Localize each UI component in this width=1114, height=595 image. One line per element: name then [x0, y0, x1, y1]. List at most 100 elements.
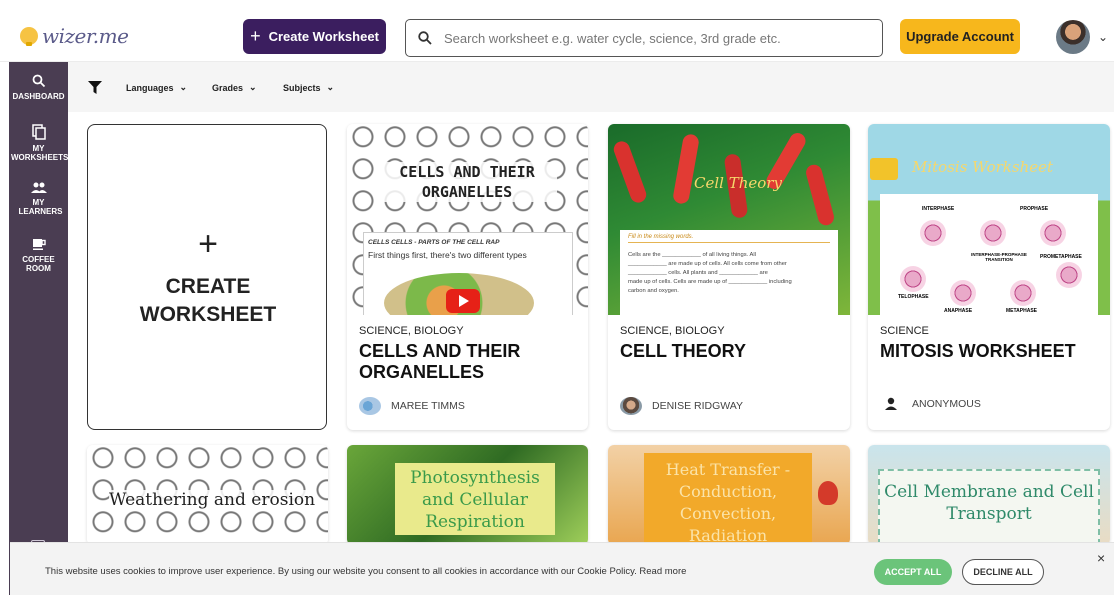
filter-label: Languages	[126, 82, 174, 93]
worksheet-card[interactable]: Photosynthesis and Cellular Respiration	[347, 445, 588, 545]
worksheet-thumbnail: Mitosis Worksheet INTERPHASE PROPHASE IN…	[868, 124, 1110, 315]
sidebar-item-dashboard[interactable]: DASHBOARD	[9, 74, 68, 101]
cell-diagram	[1010, 280, 1036, 306]
worksheet-thumbnail: Cell Theory Fill in the missing words. C…	[608, 124, 850, 315]
worksheet-title[interactable]: CELLS AND THEIR ORGANELLES	[359, 341, 584, 383]
phase-label: ANAPHASE	[944, 308, 973, 314]
create-worksheet-label: Create Worksheet	[268, 29, 379, 44]
coffee-icon	[32, 239, 46, 250]
thumb-title: Heat Transfer - Conduction, Convection, …	[644, 453, 812, 545]
thumb-title: Cell Theory	[694, 174, 782, 192]
chevron-down-icon: ⌄	[249, 82, 257, 92]
worksheet-author[interactable]: MAREE TIMMS	[359, 397, 465, 415]
bacteria-shape	[804, 162, 836, 228]
phase-label: PROPHASE	[1020, 206, 1049, 212]
cell-diagram	[900, 266, 926, 292]
thumb-document: Fill in the missing words. Cells are the…	[620, 230, 838, 315]
plus-icon: +	[198, 225, 218, 263]
sidebar-item-label: MY LEARNERS	[18, 198, 63, 216]
worksheet-card[interactable]: Mitosis Worksheet INTERPHASE PROPHASE IN…	[868, 124, 1110, 430]
author-name: DENISE RIDGWAY	[652, 400, 744, 412]
bus-icon	[870, 158, 898, 180]
bacteria-shape	[672, 133, 700, 205]
search-icon	[32, 74, 45, 88]
user-avatar[interactable]	[1056, 20, 1090, 54]
phase-label: PROMETAPHASE	[1040, 254, 1082, 260]
worksheet-subject: SCIENCE, BIOLOGY	[359, 325, 464, 337]
sidebar-item-my-worksheets[interactable]: MY WORKSHEETS	[9, 124, 68, 162]
worksheet-card[interactable]: Weathering and erosion	[87, 445, 328, 545]
copy-icon	[31, 124, 46, 140]
accept-all-button[interactable]: ACCEPT ALL	[874, 559, 952, 585]
worksheet-subject: SCIENCE	[880, 325, 929, 337]
wizer-logo[interactable]: wizer.me	[20, 24, 129, 48]
worksheet-subject: SCIENCE, BIOLOGY	[620, 325, 725, 337]
sidebar-item-label: MY WORKSHEETS	[11, 144, 69, 162]
person-icon	[885, 397, 897, 410]
filter-label: Subjects	[283, 82, 321, 93]
author-name: ANONYMOUS	[912, 398, 981, 410]
filter-bar: Languages ⌄ Grades ⌄ Subjects ⌄	[68, 62, 1114, 112]
balloon-icon	[818, 481, 838, 505]
top-bar: wizer.me + Create Worksheet Upgrade Acco…	[0, 0, 1114, 62]
search-icon	[418, 31, 432, 45]
filter-icon[interactable]	[88, 81, 102, 94]
logo-text: wizer.me	[42, 24, 129, 48]
create-worksheet-card-label: CREATE WORKSHEET	[139, 275, 277, 326]
decline-all-button[interactable]: DECLINE ALL	[962, 559, 1044, 585]
filter-label: Grades	[212, 82, 244, 93]
cell-diagram	[920, 220, 946, 246]
cookie-banner: This website uses cookies to improve use…	[10, 542, 1114, 595]
worksheet-card[interactable]: Heat Transfer - Conduction, Convection, …	[608, 445, 850, 545]
thumb-text: First things first, there's two differen…	[368, 250, 527, 260]
cell-diagram	[950, 280, 976, 306]
mitosis-diagram: INTERPHASE PROPHASE INTERPHASE-PROPHASE …	[880, 194, 1098, 315]
plus-icon: +	[250, 26, 261, 46]
people-icon	[30, 182, 47, 193]
chevron-down-icon: ⌄	[326, 82, 335, 92]
worksheet-author[interactable]: DENISE RIDGWAY	[620, 397, 743, 415]
youtube-play-icon[interactable]	[446, 289, 480, 313]
phase-label: INTERPHASE	[922, 206, 955, 212]
thumb-title: Cell Membrane and Cell Transport	[878, 469, 1100, 545]
search-input[interactable]	[444, 30, 864, 46]
thumb-lines: Cells are the ____________ of all living…	[628, 252, 792, 294]
worksheet-title[interactable]: CELL THEORY	[620, 341, 845, 362]
sidebar-item-label: DASHBOARD	[12, 92, 65, 101]
filter-subjects[interactable]: Subjects ⌄	[283, 82, 334, 93]
worksheet-title[interactable]: MITOSIS WORKSHEET	[880, 341, 1105, 362]
worksheet-author[interactable]: ANONYMOUS	[880, 397, 981, 411]
worksheet-card[interactable]: CELLS AND THEIR ORGANELLES CELLS CELLS -…	[347, 124, 588, 430]
filter-grades[interactable]: Grades ⌄	[212, 82, 257, 93]
sidebar-item-label: COFFEE ROOM	[22, 255, 55, 273]
author-name: MAREE TIMMS	[391, 400, 465, 412]
thumb-subtitle: Fill in the missing words.	[628, 234, 830, 243]
upgrade-account-button[interactable]: Upgrade Account	[900, 19, 1020, 54]
phase-label: INTERPHASE-PROPHASE TRANSITION	[971, 252, 1027, 262]
search-box[interactable]	[405, 19, 883, 57]
sidebar-item-coffee-room[interactable]: COFFEE ROOM	[9, 237, 68, 273]
cell-diagram	[980, 220, 1006, 246]
thumb-title: CELLS AND THEIR ORGANELLES	[377, 162, 557, 202]
thumb-subtitle: CELLS CELLS - PARTS OF THE CELL RAP	[368, 239, 500, 246]
phase-label: TELOPHASE	[898, 294, 929, 300]
sidebar: DASHBOARD MY WORKSHEETS MY LEARNERS COFF…	[9, 62, 68, 595]
create-worksheet-button[interactable]: + Create Worksheet	[243, 19, 386, 54]
phase-label: METAPHASE	[1006, 308, 1038, 314]
worksheet-card[interactable]: Cell Membrane and Cell Transport	[868, 445, 1110, 545]
author-avatar	[620, 397, 642, 415]
cookie-text: This website uses cookies to improve use…	[45, 566, 687, 577]
filter-languages[interactable]: Languages ⌄	[126, 82, 187, 93]
create-worksheet-card[interactable]: + CREATE WORKSHEET	[87, 124, 327, 430]
bacteria-shape	[611, 139, 649, 205]
thumb-title: Weathering and erosion	[109, 490, 316, 510]
chevron-down-icon: ⌄	[179, 82, 188, 92]
author-avatar	[359, 397, 381, 415]
close-icon[interactable]: ×	[1097, 550, 1105, 566]
sidebar-item-my-learners[interactable]: MY LEARNERS	[9, 182, 68, 216]
thumb-document: CELLS CELLS - PARTS OF THE CELL RAP Firs…	[363, 232, 573, 315]
chevron-down-icon[interactable]: ⌄	[1098, 30, 1108, 44]
lightbulb-icon	[20, 27, 38, 46]
worksheet-card[interactable]: Cell Theory Fill in the missing words. C…	[608, 124, 850, 430]
thumb-title: Photosynthesis and Cellular Respiration	[395, 463, 555, 535]
